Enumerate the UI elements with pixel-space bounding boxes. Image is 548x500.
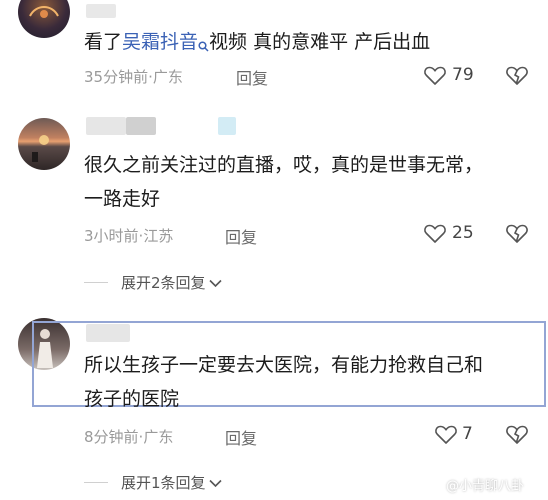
dislike-heart-icon[interactable] (505, 423, 529, 449)
like-count: 25 (452, 223, 474, 243)
comment-meta: 3小时前·江苏 (84, 227, 174, 245)
comment-text: 很久之前关注过的直播，哎，真的是世事无常， (84, 154, 484, 176)
watermark: @小青聊八卦 (446, 479, 525, 494)
comment-location: 广东 (143, 428, 174, 446)
reply-button[interactable]: 回复 (236, 65, 268, 89)
comment-text: 所以生孩子一定要去大医院，有能力抢救自己和 (84, 354, 484, 376)
like-count: 7 (462, 424, 473, 444)
expand-replies-button[interactable]: 展开1条回复 (121, 472, 222, 493)
comment-meta: 8分钟前·广东 (84, 428, 174, 446)
heart-outline-icon[interactable] (434, 423, 458, 449)
comment-time: 8分钟前 (84, 428, 139, 446)
reply-button[interactable]: 回复 (225, 224, 257, 248)
avatar[interactable] (18, 0, 70, 38)
comment-meta: 35分钟前·广东 (84, 68, 183, 86)
like-count: 79 (452, 65, 474, 85)
username-blurred (86, 4, 116, 18)
heart-outline-icon[interactable] (423, 222, 447, 248)
reply-button[interactable]: 回复 (225, 425, 257, 449)
comment-location: 广东 (152, 68, 183, 86)
expand-replies-button[interactable]: 展开2条回复 (121, 272, 222, 293)
comment-text: 孩子的医院 (84, 388, 180, 410)
avatar[interactable] (18, 118, 70, 170)
username-blurred (218, 117, 236, 135)
dislike-heart-icon[interactable] (505, 222, 529, 248)
comment-time: 3小时前 (84, 227, 139, 245)
dislike-heart-icon[interactable] (505, 64, 529, 90)
avatar-image (32, 135, 49, 162)
username-blurred (126, 117, 156, 135)
comment-location: 江苏 (143, 227, 174, 245)
comment-text: 一路走好 (84, 188, 161, 210)
chevron-down-icon (208, 274, 222, 292)
search-icon[interactable] (198, 31, 209, 61)
expand-divider (84, 282, 108, 283)
expand-divider (84, 482, 108, 483)
heart-outline-icon[interactable] (423, 64, 447, 90)
avatar-image (29, 6, 59, 18)
search-link[interactable]: 吴霜抖音 (122, 31, 198, 53)
chevron-down-icon (208, 474, 222, 492)
comment-time: 35分钟前 (84, 68, 149, 86)
comment-text: 看了吴霜抖音 视频 真的意难平 产后出血 (84, 27, 430, 61)
username-blurred (86, 117, 126, 135)
